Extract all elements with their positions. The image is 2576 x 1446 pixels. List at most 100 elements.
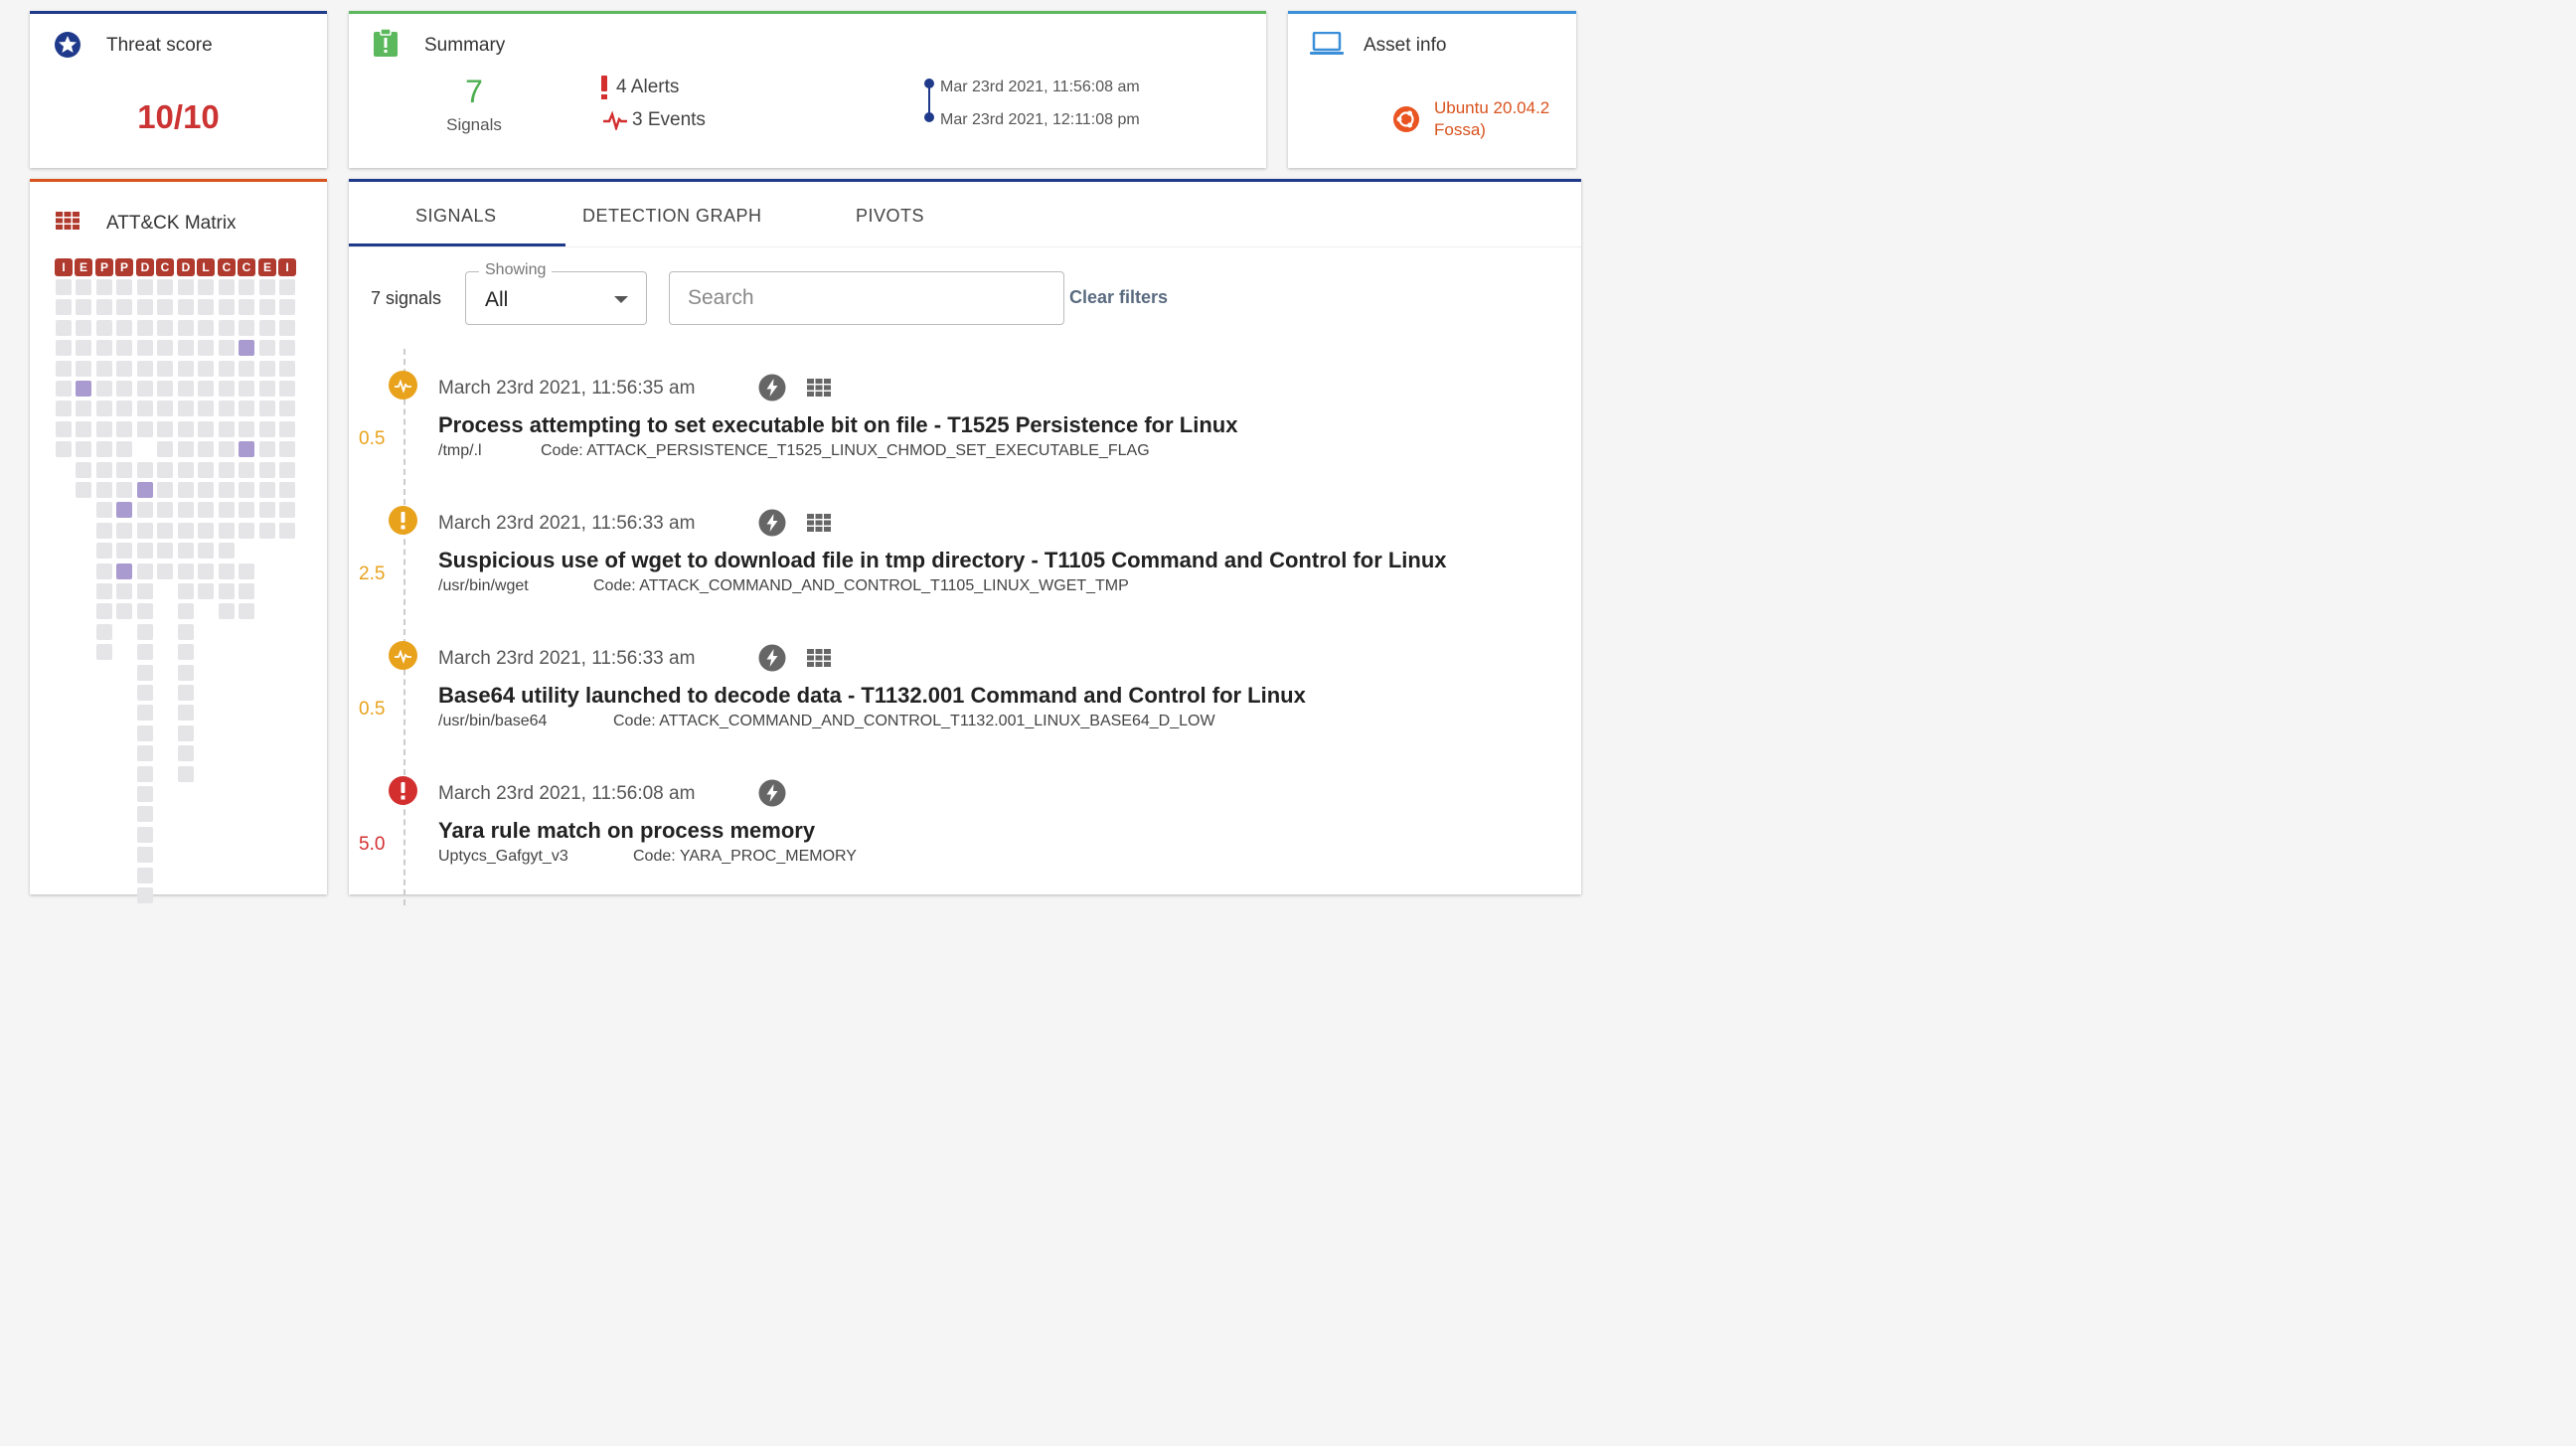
technique-cell[interactable] [157, 441, 173, 458]
technique-cell[interactable] [219, 420, 235, 437]
technique-cell[interactable] [76, 360, 91, 377]
technique-cell-detected[interactable] [116, 562, 132, 579]
technique-cell-detected[interactable] [239, 340, 254, 357]
technique-cell[interactable] [157, 461, 173, 478]
technique-cell[interactable] [116, 360, 132, 377]
lightning-bolt-icon[interactable] [758, 779, 786, 807]
attack-matrix-icon[interactable] [807, 649, 831, 667]
technique-cell[interactable] [157, 360, 173, 377]
technique-cell[interactable] [116, 340, 132, 357]
technique-cell[interactable] [219, 461, 235, 478]
clear-filters-button[interactable]: Clear filters [1069, 287, 1168, 308]
signal-row[interactable]: 2.5 March 23rd 2021, 11:56:33 am Suspiciou… [349, 506, 1581, 635]
technique-cell[interactable] [259, 522, 275, 539]
technique-cell[interactable] [157, 340, 173, 357]
technique-cell[interactable] [56, 441, 72, 458]
technique-cell[interactable] [116, 603, 132, 620]
technique-cell[interactable] [178, 401, 194, 417]
technique-cell[interactable] [96, 360, 112, 377]
technique-cell[interactable] [178, 705, 194, 722]
technique-cell[interactable] [56, 279, 72, 295]
technique-cell[interactable] [219, 543, 235, 560]
technique-cell[interactable] [279, 299, 295, 316]
technique-cell[interactable] [157, 543, 173, 560]
technique-cell[interactable] [178, 299, 194, 316]
technique-cell[interactable] [259, 340, 275, 357]
lightning-bolt-icon[interactable] [758, 509, 786, 537]
technique-cell[interactable] [279, 401, 295, 417]
technique-cell[interactable] [116, 299, 132, 316]
signal-row[interactable]: 5.0 March 23rd 2021, 11:56:08 am Yara rule… [349, 776, 1581, 905]
technique-cell[interactable] [219, 522, 235, 539]
technique-cell[interactable] [157, 420, 173, 437]
technique-cell[interactable] [137, 867, 153, 884]
technique-cell[interactable] [116, 482, 132, 498]
technique-cell[interactable] [137, 543, 153, 560]
technique-cell[interactable] [178, 644, 194, 661]
technique-cell[interactable] [279, 381, 295, 397]
technique-cell[interactable] [96, 381, 112, 397]
technique-cell[interactable] [198, 420, 214, 437]
technique-cell[interactable] [239, 562, 254, 579]
technique-cell-detected[interactable] [76, 381, 91, 397]
technique-cell[interactable] [178, 685, 194, 701]
tactic-header[interactable]: E [258, 258, 276, 276]
signal-title[interactable]: Yara rule match on process memory [438, 818, 815, 844]
technique-cell[interactable] [96, 603, 112, 620]
technique-cell[interactable] [198, 482, 214, 498]
technique-cell[interactable] [116, 319, 132, 336]
technique-cell[interactable] [116, 522, 132, 539]
technique-cell[interactable] [137, 401, 153, 417]
technique-cell[interactable] [198, 583, 214, 599]
technique-cell[interactable] [279, 441, 295, 458]
events-count[interactable]: 3 Events [602, 109, 706, 131]
attack-matrix-icon[interactable] [807, 379, 831, 397]
technique-cell[interactable] [96, 583, 112, 599]
technique-cell[interactable] [178, 603, 194, 620]
technique-cell-detected[interactable] [239, 441, 254, 458]
technique-cell[interactable] [76, 279, 91, 295]
technique-cell[interactable] [219, 340, 235, 357]
technique-cell[interactable] [76, 420, 91, 437]
technique-cell[interactable] [116, 381, 132, 397]
technique-cell[interactable] [178, 360, 194, 377]
technique-cell[interactable] [137, 786, 153, 802]
technique-cell[interactable] [259, 299, 275, 316]
technique-cell[interactable] [219, 603, 235, 620]
technique-cell[interactable] [259, 279, 275, 295]
technique-cell[interactable] [137, 562, 153, 579]
technique-cell[interactable] [178, 583, 194, 599]
technique-cell[interactable] [198, 279, 214, 295]
technique-cell[interactable] [198, 299, 214, 316]
technique-cell[interactable] [137, 340, 153, 357]
technique-cell[interactable] [137, 279, 153, 295]
technique-cell[interactable] [116, 420, 132, 437]
technique-cell[interactable] [239, 603, 254, 620]
technique-cell[interactable] [178, 745, 194, 762]
technique-cell[interactable] [239, 482, 254, 498]
technique-cell[interactable] [198, 502, 214, 519]
technique-cell[interactable] [198, 543, 214, 560]
technique-cell[interactable] [279, 502, 295, 519]
technique-cell[interactable] [137, 664, 153, 681]
signal-title[interactable]: Suspicious use of wget to download file … [438, 548, 1447, 573]
signal-title[interactable]: Process attempting to set executable bit… [438, 412, 1237, 438]
technique-cell[interactable] [198, 522, 214, 539]
technique-cell[interactable] [96, 522, 112, 539]
technique-cell[interactable] [219, 381, 235, 397]
alerts-count[interactable]: 4 Alerts [600, 76, 679, 99]
technique-cell[interactable] [96, 441, 112, 458]
technique-cell[interactable] [198, 319, 214, 336]
technique-cell[interactable] [219, 583, 235, 599]
technique-cell[interactable] [239, 319, 254, 336]
technique-cell[interactable] [96, 482, 112, 498]
technique-cell[interactable] [178, 279, 194, 295]
technique-cell[interactable] [259, 401, 275, 417]
technique-cell[interactable] [137, 522, 153, 539]
technique-cell[interactable] [178, 482, 194, 498]
tactic-header[interactable]: D [177, 258, 195, 276]
technique-cell[interactable] [137, 461, 153, 478]
signal-title[interactable]: Base64 utility launched to decode data -… [438, 683, 1306, 709]
signal-row[interactable]: 0.5 March 23rd 2021, 11:56:33 am Base64 ut… [349, 641, 1581, 770]
technique-cell[interactable] [198, 340, 214, 357]
